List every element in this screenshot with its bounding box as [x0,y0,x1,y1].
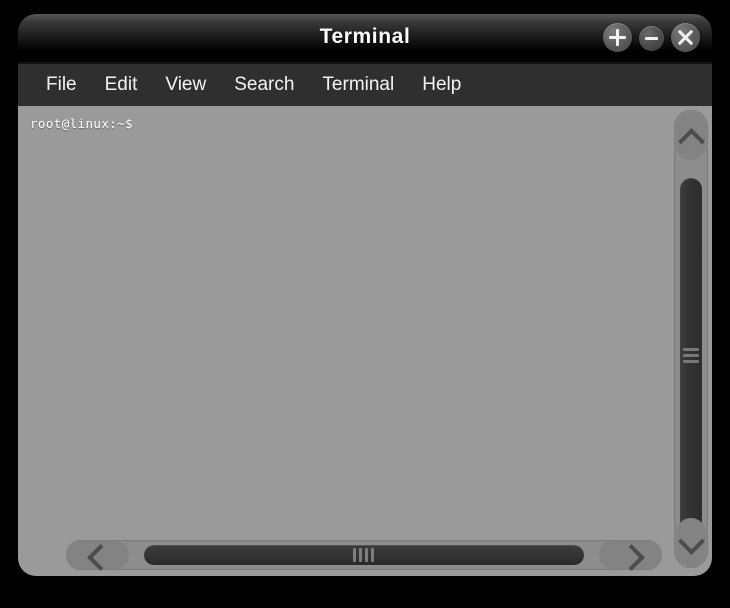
close-button[interactable] [671,23,700,52]
menu-item-view[interactable]: View [151,72,220,98]
menu-bar: File Edit View Search Terminal Help [18,62,712,106]
maximize-button[interactable] [603,23,632,52]
scroll-right-button[interactable] [599,541,661,571]
scroll-left-button[interactable] [67,541,129,571]
chevron-right-icon [618,544,645,571]
menu-item-file[interactable]: File [32,72,91,98]
menu-item-edit[interactable]: Edit [91,72,152,98]
scroll-up-button[interactable] [676,112,706,160]
menu-item-search[interactable]: Search [220,72,308,98]
chevron-left-icon [87,544,114,571]
plus-icon-vertical [616,29,619,46]
scroll-down-button[interactable] [676,518,706,566]
vertical-scrollbar[interactable] [674,110,708,568]
horizontal-scrollbar-thumb[interactable] [144,545,584,565]
content-area: root@linux:~$ [18,106,712,576]
horizontal-thumb-grip [353,548,375,562]
terminal-window: Terminal File Edit View Search Terminal … [18,14,712,576]
menu-item-help[interactable]: Help [408,72,475,98]
chevron-down-icon [678,528,705,555]
chevron-up-icon [678,128,705,155]
vertical-scrollbar-thumb[interactable] [680,178,702,536]
horizontal-scrollbar[interactable] [66,540,662,571]
menu-item-terminal[interactable]: Terminal [308,72,408,98]
minus-icon [645,37,658,40]
terminal-prompt-line: root@linux:~$ [30,116,134,131]
title-bar[interactable]: Terminal [18,14,712,62]
minimize-button[interactable] [639,26,664,51]
window-controls [603,23,700,52]
vertical-thumb-grip [683,348,699,366]
terminal-output[interactable]: root@linux:~$ [18,106,666,534]
desktop-backdrop: Terminal File Edit View Search Terminal … [0,0,730,608]
